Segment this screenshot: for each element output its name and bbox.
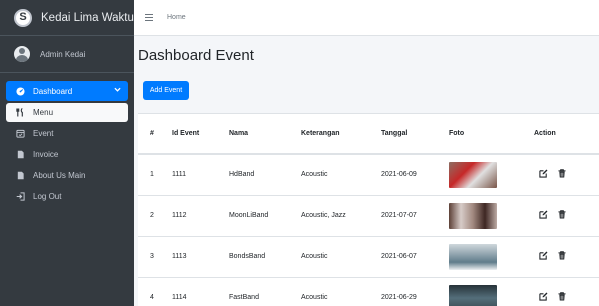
edit-icon[interactable] xyxy=(539,251,548,260)
brand-name: Kedai Lima Waktu xyxy=(41,11,134,24)
cell-action xyxy=(534,236,599,278)
cell-tanggal: 2021-06-29 xyxy=(381,277,449,306)
cell-number: 1 xyxy=(138,154,172,196)
edit-icon[interactable] xyxy=(539,210,548,219)
page-title: Dashboard Event xyxy=(138,47,254,64)
sidebar-item-about-us-main[interactable]: About Us Main xyxy=(6,166,128,185)
sidebar-item-label: About Us Main xyxy=(33,171,86,180)
cell-id-event: 1114 xyxy=(172,277,229,306)
cell-keterangan: Acoustic, Jazz xyxy=(301,195,381,237)
sidebar-item-event[interactable]: Event xyxy=(6,124,128,143)
sidebar: S Kedai Lima Waktu Admin Kedai Dashboard… xyxy=(0,0,134,306)
event-photo xyxy=(449,161,497,188)
event-photo xyxy=(449,284,497,306)
utensils-icon xyxy=(15,108,25,117)
table-row: 2 1112 MoonLiBand Acoustic, Jazz 2021-07… xyxy=(138,195,599,237)
sidebar-item-label: Dashboard xyxy=(33,86,73,96)
chevron-down-icon xyxy=(114,86,121,95)
file-icon xyxy=(15,150,25,159)
cell-number: 2 xyxy=(138,195,172,237)
column-header-nama: Nama xyxy=(229,114,301,155)
sidebar-item-dashboard[interactable]: Dashboard xyxy=(6,81,128,101)
edit-icon[interactable] xyxy=(539,169,548,178)
dashboard-icon xyxy=(15,86,25,96)
table-row: 4 1114 FastBand Acoustic 2021-06-29 xyxy=(138,277,599,306)
column-header-id-event: Id Event xyxy=(172,114,229,155)
sidebar-item-label: Invoice xyxy=(33,150,59,159)
cell-foto xyxy=(449,154,534,196)
cell-keterangan: Acoustic xyxy=(301,236,381,278)
event-photo xyxy=(449,202,497,229)
sign-out-icon xyxy=(15,192,25,201)
cell-action xyxy=(534,154,599,196)
user-panel[interactable]: Admin Kedai xyxy=(0,36,134,73)
cell-foto xyxy=(449,277,534,306)
sidebar-item-label: Log Out xyxy=(33,192,62,201)
add-event-button[interactable]: Add Event xyxy=(143,81,189,100)
column-header-action: Action xyxy=(534,114,599,155)
cell-tanggal: 2021-06-07 xyxy=(381,236,449,278)
cell-tanggal: 2021-06-09 xyxy=(381,154,449,196)
hamburger-menu-icon[interactable] xyxy=(145,14,153,21)
cell-nama: FastBand xyxy=(229,277,301,306)
cell-nama: BondsBand xyxy=(229,236,301,278)
column-header-keterangan: Keterangan xyxy=(301,114,381,155)
sidebar-item-log-out[interactable]: Log Out xyxy=(6,187,128,206)
avatar xyxy=(14,46,30,62)
trash-icon[interactable] xyxy=(558,292,566,301)
cell-foto xyxy=(449,195,534,237)
column-header-tanggal: Tanggal xyxy=(381,114,449,155)
sidebar-nav: Dashboard Menu Event Invoice About Us Ma… xyxy=(0,73,134,206)
column-header-number: # xyxy=(138,114,172,155)
file-icon xyxy=(15,171,25,180)
trash-icon[interactable] xyxy=(558,251,566,260)
cell-foto xyxy=(449,236,534,278)
sidebar-item-menu[interactable]: Menu xyxy=(6,103,128,122)
table-row: 3 1113 BondsBand Acoustic 2021-06-07 xyxy=(138,236,599,278)
cell-keterangan: Acoustic xyxy=(301,154,381,196)
brand-link[interactable]: S Kedai Lima Waktu xyxy=(0,0,134,36)
cell-tanggal: 2021-07-07 xyxy=(381,195,449,237)
trash-icon[interactable] xyxy=(558,169,566,178)
cell-action xyxy=(534,277,599,306)
cell-nama: HdBand xyxy=(229,154,301,196)
event-table: # Id Event Nama Keterangan Tanggal Foto … xyxy=(138,114,599,306)
home-link[interactable]: Home xyxy=(167,14,186,21)
sidebar-item-label: Event xyxy=(33,129,54,138)
cell-number: 4 xyxy=(138,277,172,306)
cell-id-event: 1113 xyxy=(172,236,229,278)
cell-nama: MoonLiBand xyxy=(229,195,301,237)
event-photo xyxy=(449,243,497,270)
table-header-row: # Id Event Nama Keterangan Tanggal Foto … xyxy=(138,114,599,155)
cell-id-event: 1111 xyxy=(172,154,229,196)
calendar-icon xyxy=(15,129,25,138)
user-name: Admin Kedai xyxy=(40,49,86,59)
sidebar-item-label: Menu xyxy=(33,108,54,117)
cell-id-event: 1112 xyxy=(172,195,229,237)
sidebar-item-invoice[interactable]: Invoice xyxy=(6,145,128,164)
trash-icon[interactable] xyxy=(558,210,566,219)
table-row: 1 1111 HdBand Acoustic 2021-06-09 xyxy=(138,154,599,196)
edit-icon[interactable] xyxy=(539,292,548,301)
cell-action xyxy=(534,195,599,237)
cell-number: 3 xyxy=(138,236,172,278)
column-header-foto: Foto xyxy=(449,114,534,155)
event-table-card: # Id Event Nama Keterangan Tanggal Foto … xyxy=(138,113,599,306)
brand-logo: S xyxy=(14,8,32,27)
cell-keterangan: Acoustic xyxy=(301,277,381,306)
top-navbar: Home xyxy=(134,0,599,36)
